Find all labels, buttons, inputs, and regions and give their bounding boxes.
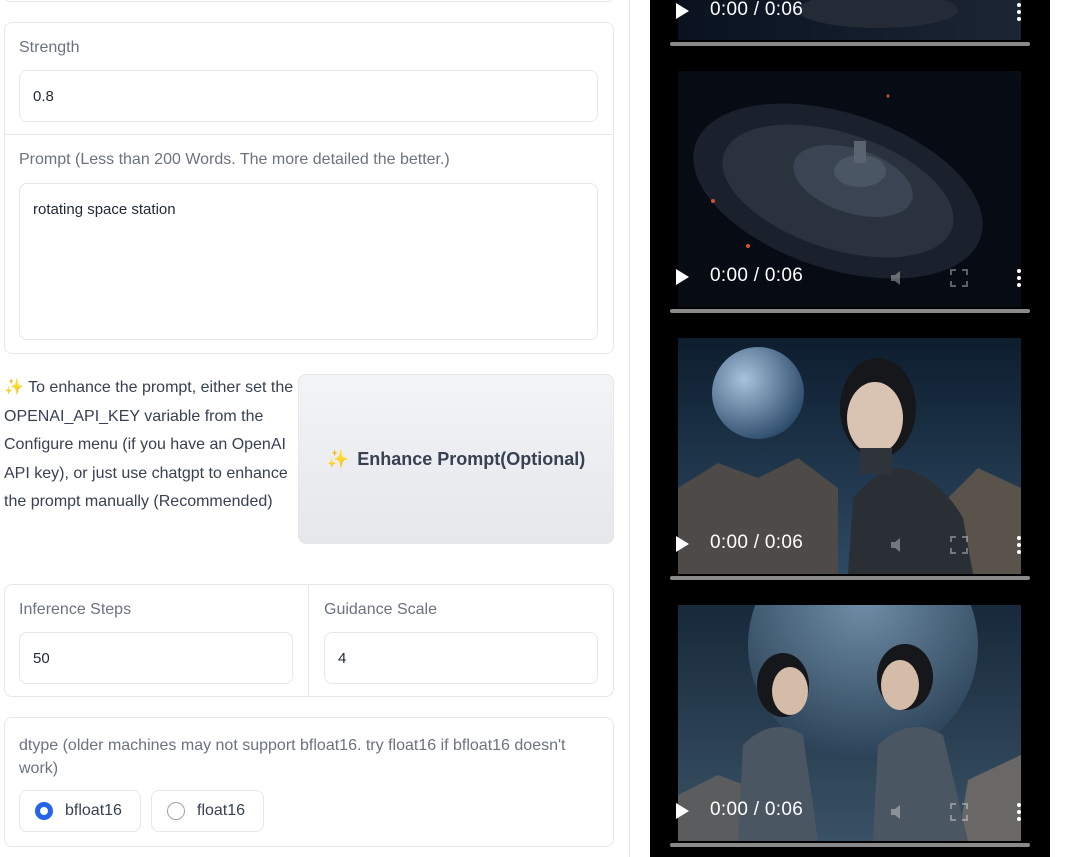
radio-float16-indicator[interactable]: [167, 802, 185, 820]
inference-steps-input[interactable]: 50: [19, 632, 293, 684]
play-icon[interactable]: [676, 269, 689, 285]
strength-input[interactable]: 0.8: [19, 70, 598, 122]
video-controls-1: 0:00 / 0:06: [650, 0, 1050, 32]
enhance-hint-text: To enhance the prompt, either set the OP…: [4, 379, 294, 510]
volume-icon[interactable]: [888, 267, 910, 289]
more-options-icon[interactable]: [1016, 267, 1022, 289]
column-divider: [629, 0, 630, 857]
play-icon[interactable]: [676, 536, 689, 552]
prompt-label: Prompt (Less than 200 Words. The more de…: [19, 151, 450, 168]
previous-card: [4, 0, 614, 2]
play-icon[interactable]: [676, 803, 689, 819]
video-time-2: 0:00 / 0:06: [710, 265, 804, 286]
video-time-1: 0:00 / 0:06: [710, 0, 804, 20]
video-controls-4: 0:00 / 0:06: [650, 792, 1050, 832]
radio-float16[interactable]: float16: [151, 790, 264, 832]
prompt-textarea[interactable]: rotating space station: [19, 183, 598, 340]
steps-guidance-divider: [308, 585, 309, 696]
video-progress-3[interactable]: [670, 576, 1030, 580]
enhance-hint: ✨ To enhance the prompt, either set the …: [4, 374, 294, 517]
video-player-2[interactable]: 0:00 / 0:06: [650, 71, 1050, 323]
dtype-label: dtype (older machines may not support bf…: [19, 737, 566, 777]
play-icon[interactable]: [676, 3, 689, 19]
video-controls-2: 0:00 / 0:06: [650, 258, 1050, 298]
guidance-scale-input[interactable]: 4: [324, 632, 598, 684]
more-options-icon[interactable]: [1016, 534, 1022, 556]
video-player-1[interactable]: 0:00 / 0:06: [650, 0, 1050, 55]
radio-bfloat16[interactable]: bfloat16: [19, 790, 141, 832]
fullscreen-icon[interactable]: [948, 801, 970, 823]
strength-label: Strength: [19, 39, 80, 56]
volume-icon[interactable]: [888, 801, 910, 823]
video-player-3[interactable]: 0:00 / 0:06: [650, 338, 1050, 590]
video-progress-1[interactable]: [670, 42, 1030, 46]
radio-bfloat16-label: bfloat16: [65, 802, 122, 819]
fullscreen-icon[interactable]: [948, 267, 970, 289]
video-player-4[interactable]: 0:00 / 0:06: [650, 605, 1050, 857]
video-time-4: 0:00 / 0:06: [710, 799, 804, 820]
radio-bfloat16-indicator[interactable]: [35, 802, 53, 820]
video-gallery: 0:00 / 0:06 0:00 / 0:06 0:00 / 0:06 0:00…: [650, 0, 1050, 857]
more-options-icon[interactable]: [1016, 1, 1022, 23]
volume-icon[interactable]: [888, 534, 910, 556]
video-controls-3: 0:00 / 0:06: [650, 525, 1050, 565]
inference-steps-label: Inference Steps: [19, 601, 132, 618]
fullscreen-icon[interactable]: [948, 534, 970, 556]
enhance-prompt-button[interactable]: ✨ Enhance Prompt(Optional): [298, 374, 614, 544]
enhance-prompt-label: Enhance Prompt(Optional): [357, 448, 586, 469]
group-divider: [5, 134, 613, 135]
sparkles-icon: ✨: [4, 379, 24, 396]
video-progress-2[interactable]: [670, 309, 1030, 313]
sparkles-icon: ✨: [326, 448, 350, 469]
more-options-icon[interactable]: [1016, 801, 1022, 823]
guidance-scale-label: Guidance Scale: [324, 601, 437, 618]
radio-float16-label: float16: [197, 802, 246, 819]
video-progress-4[interactable]: [670, 843, 1030, 847]
video-time-3: 0:00 / 0:06: [710, 532, 804, 553]
